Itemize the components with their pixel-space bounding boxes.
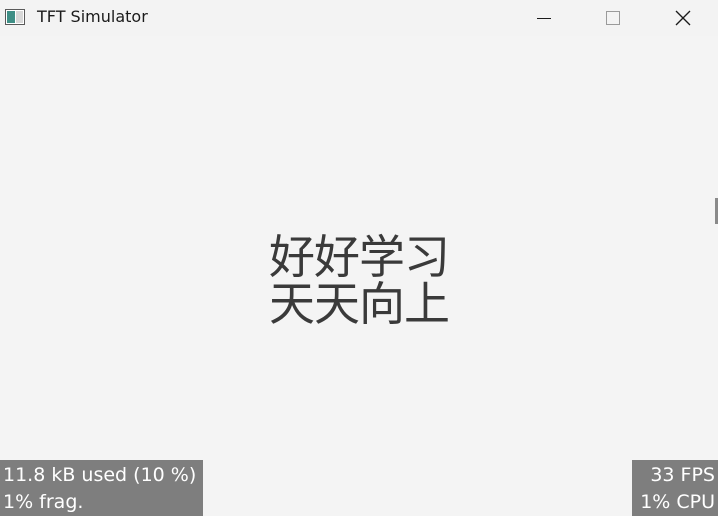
performance-monitor: 33 FPS 1% CPU [632, 460, 718, 516]
close-button[interactable] [648, 0, 718, 36]
close-icon [675, 10, 691, 26]
memory-monitor: 11.8 kB used (10 %) 1% frag. [0, 460, 203, 516]
minimize-button[interactable] [509, 0, 579, 36]
window-title: TFT Simulator [37, 7, 148, 26]
label-line-1: 好好学习 [269, 230, 450, 284]
maximize-icon [606, 11, 620, 25]
app-window-icon [5, 9, 25, 25]
display-area[interactable]: 好好学习 天天向上 [0, 36, 718, 516]
label-line-2: 天天向上 [269, 277, 450, 331]
simulator-window: TFT Simulator 好好学习 天天向上 11.8 kB used (10… [0, 0, 718, 516]
maximize-button[interactable] [578, 0, 648, 36]
minimize-icon [537, 18, 551, 19]
center-label: 好好学习 天天向上 [0, 234, 718, 328]
title-bar[interactable]: TFT Simulator [0, 0, 718, 36]
fps-text: 33 FPS [650, 464, 715, 486]
cpu-text: 1% CPU [640, 491, 715, 513]
fragmentation-text: 1% frag. [3, 491, 84, 513]
memory-used-text: 11.8 kB used (10 %) [3, 464, 197, 486]
